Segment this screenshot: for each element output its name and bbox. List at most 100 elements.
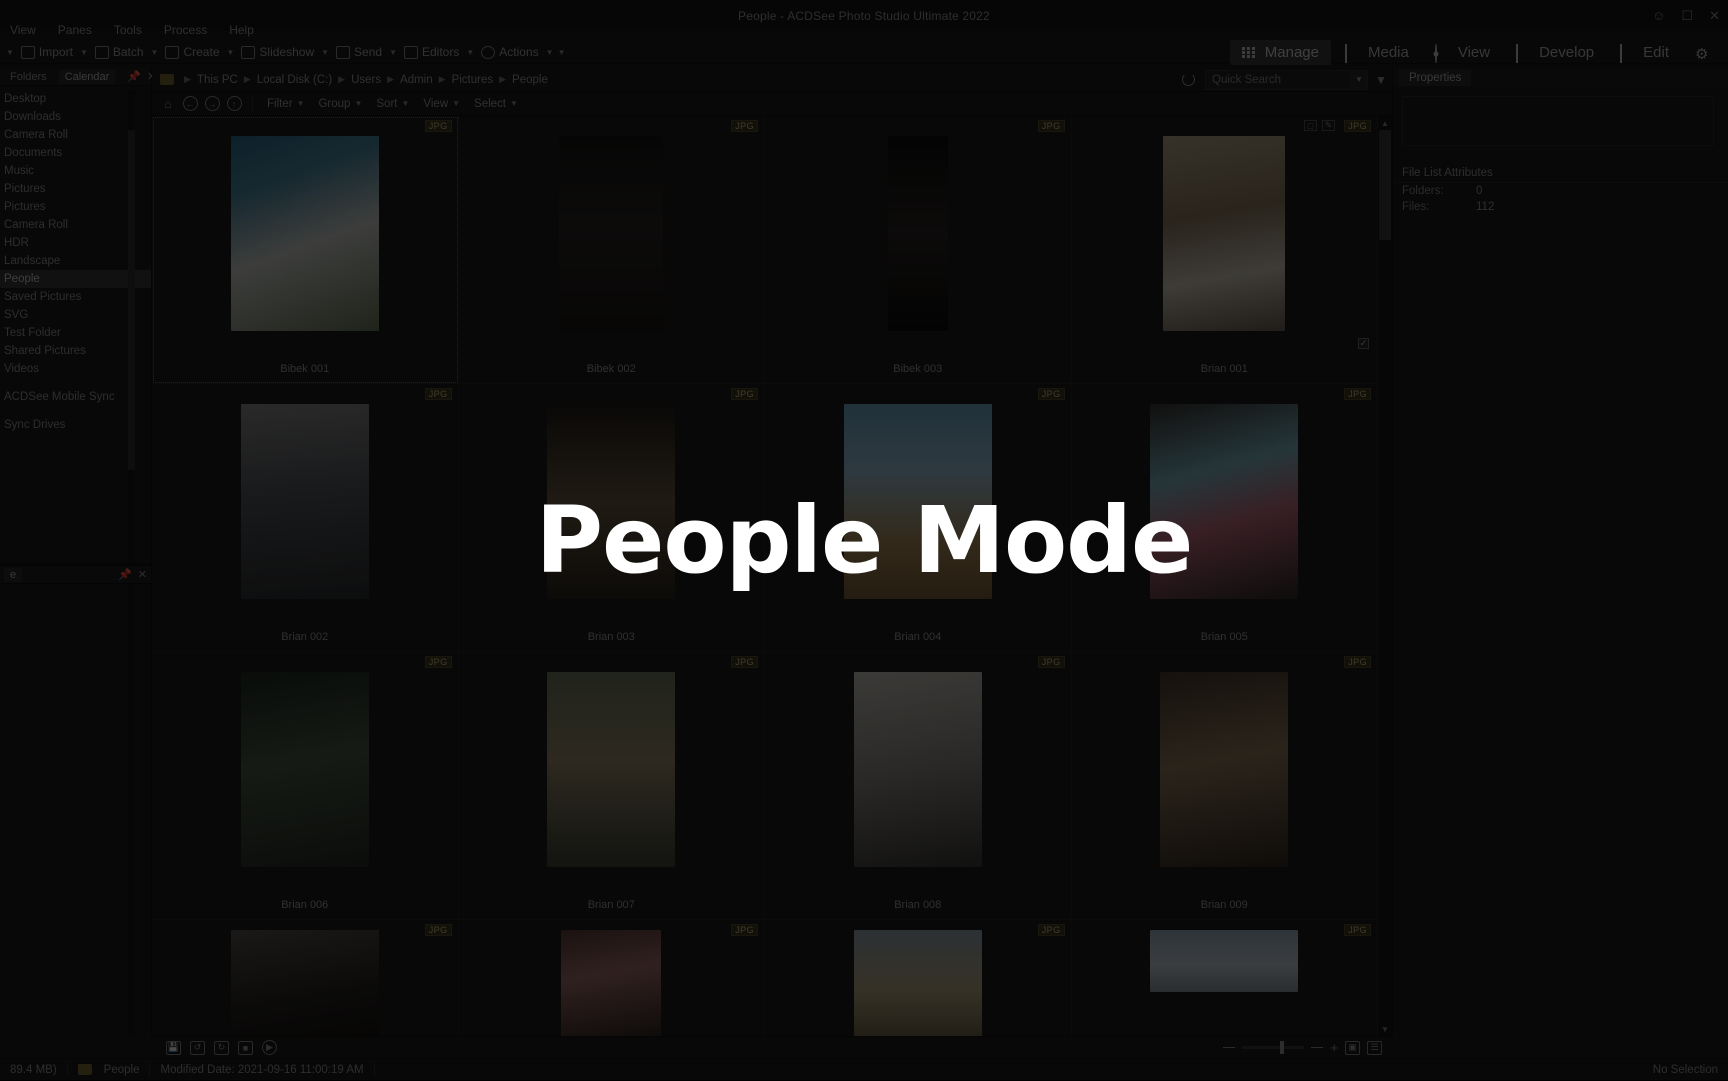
toolbar-send-button[interactable]: Send	[333, 43, 385, 61]
menu-bar[interactable]: View Panes Tools Process Help	[0, 19, 254, 41]
account-icon[interactable]: ☺	[1652, 9, 1665, 22]
breadcrumb-this-pc[interactable]: This PC	[195, 74, 240, 86]
forward-arrow-icon[interactable]: →	[202, 94, 222, 114]
grid-scrollbar-thumb[interactable]	[1379, 130, 1391, 240]
breadcrumb-people[interactable]: People	[510, 74, 550, 86]
tab-develop[interactable]: Develop	[1504, 40, 1606, 65]
left-panel-header[interactable]: Folders Calendar 📌 ✕	[0, 68, 151, 86]
image-toolbar[interactable]: 💾 ↺ ↻ ■ ▶ + ▣ ☰	[152, 1036, 1392, 1058]
thumbnail-image[interactable]	[1072, 394, 1378, 609]
thumbnail-image[interactable]	[1072, 126, 1378, 341]
play-icon[interactable]: ▶	[262, 1040, 277, 1055]
thumbnail-cell[interactable]: JPG	[459, 920, 766, 1036]
nav-menu-filter[interactable]: Filter ▼	[261, 98, 310, 110]
send-caret-icon[interactable]: ▼	[389, 48, 397, 57]
menu-item-tools[interactable]: Tools	[114, 23, 142, 37]
photo-thumbnail[interactable]	[241, 672, 369, 867]
filter-icon[interactable]: ▼	[1370, 70, 1392, 90]
image-toolbar-left[interactable]: 💾 ↺ ↻ ■ ▶	[166, 1040, 277, 1055]
lower-pane-tab[interactable]: e	[4, 568, 22, 582]
thumbnail-cell[interactable]: JPGBrian 004	[765, 384, 1072, 652]
menu-item-view[interactable]: View	[10, 23, 36, 37]
thumbnail-image[interactable]	[459, 662, 765, 877]
toolbar-actions-button[interactable]: Actions	[478, 43, 541, 61]
toolbar-overflow-caret[interactable]: ▼	[6, 48, 14, 57]
photo-thumbnail[interactable]	[547, 672, 675, 867]
photo-thumbnail[interactable]	[559, 136, 663, 331]
rotate-left-icon[interactable]: ↺	[190, 1041, 205, 1055]
scrollbar-thumb[interactable]	[128, 130, 135, 470]
thumbnail-cell[interactable]: JPGBrian 008	[765, 652, 1072, 920]
photo-thumbnail[interactable]	[1160, 672, 1288, 867]
thumbnail-cell[interactable]: JPG	[765, 920, 1072, 1036]
photo-thumbnail[interactable]	[854, 672, 982, 867]
thumbnail-image[interactable]	[459, 930, 765, 1036]
thumbnail-cell[interactable]: JPGBrian 009	[1072, 652, 1379, 920]
thumbnail-image[interactable]	[152, 930, 458, 1036]
left-panel[interactable]: Folders Calendar 📌 ✕ DesktopDownloadsCam…	[0, 68, 152, 1036]
thumbnail-image[interactable]	[765, 930, 1071, 1036]
up-arrow-icon[interactable]: ↑	[224, 94, 244, 114]
stop-icon[interactable]: ■	[238, 1041, 253, 1055]
thumbnail-image[interactable]	[152, 394, 458, 609]
photo-thumbnail[interactable]	[1150, 404, 1298, 599]
nav-menu-select[interactable]: Select ▼	[468, 98, 524, 110]
thumbnail-cell[interactable]: JPGBibek 001	[152, 116, 459, 384]
breadcrumb-right-tools[interactable]: Quick Search ▼ ▼	[1182, 70, 1392, 90]
photo-thumbnail[interactable]	[888, 136, 948, 331]
thumbnail-cell[interactable]: JPGBibek 002	[459, 116, 766, 384]
home-icon[interactable]: ⌂	[158, 94, 178, 114]
scroll-up-icon[interactable]: ▲	[1378, 116, 1392, 130]
tab-view[interactable]: View	[1423, 40, 1502, 65]
restore-icon[interactable]: ☐	[1681, 9, 1693, 22]
thumbnail-cell[interactable]: JPG□✎✓Brian 001	[1072, 116, 1379, 384]
thumbnail-image[interactable]	[459, 394, 765, 609]
properties-panel-header[interactable]: Properties	[1393, 68, 1728, 87]
thumbnail-image[interactable]	[765, 662, 1071, 877]
nav-menu-view[interactable]: View ▼	[417, 98, 466, 110]
grid-scrollbar[interactable]: ▲ ▼	[1378, 116, 1392, 1036]
rotate-right-icon[interactable]: ↻	[214, 1041, 229, 1055]
pane-tab-folders[interactable]: Folders	[4, 70, 53, 84]
pane-tab-calendar[interactable]: Calendar	[59, 70, 116, 84]
thumbnail-cell[interactable]: JPGBrian 005	[1072, 384, 1379, 652]
tab-media[interactable]: Media	[1333, 40, 1421, 65]
tab-overflow[interactable]: ⚙	[1683, 41, 1724, 63]
close-icon-lower[interactable]: ✕	[138, 568, 147, 581]
nav-menu-group[interactable]: Group ▼	[312, 98, 368, 110]
close-icon[interactable]: ✕	[1709, 9, 1720, 22]
thumbnail-cell[interactable]: JPGBrian 003	[459, 384, 766, 652]
thumbnail-image[interactable]	[1072, 662, 1378, 877]
refresh-icon[interactable]	[1182, 73, 1195, 86]
minus-icon[interactable]	[1223, 1047, 1235, 1049]
save-icon[interactable]: 💾	[166, 1041, 181, 1055]
breadcrumb-bar[interactable]: ▶ This PC ▶ Local Disk (C:) ▶ Users ▶ Ad…	[152, 68, 1392, 92]
toolbar-slideshow-button[interactable]: Slideshow	[238, 43, 317, 61]
menu-item-help[interactable]: Help	[229, 23, 254, 37]
thumbnail-image[interactable]	[765, 394, 1071, 609]
thumbnail-cell[interactable]: JPG	[152, 920, 459, 1036]
image-toolbar-right[interactable]: + ▣ ☰	[1223, 1040, 1382, 1055]
thumbnail-cell[interactable]: JPGBibek 003	[765, 116, 1072, 384]
photo-thumbnail[interactable]	[241, 404, 369, 599]
properties-panel[interactable]: Properties File List Attributes Folders:…	[1392, 68, 1728, 1036]
nav-menu-sort[interactable]: Sort ▼	[370, 98, 415, 110]
breadcrumb-local-disk[interactable]: Local Disk (C:)	[255, 74, 334, 86]
tab-properties[interactable]: Properties	[1399, 70, 1471, 86]
create-caret-icon[interactable]: ▼	[227, 48, 235, 57]
thumbnail-image[interactable]	[152, 662, 458, 877]
tab-edit[interactable]: Edit	[1608, 40, 1681, 65]
breadcrumb-users[interactable]: Users	[349, 74, 383, 86]
search-input[interactable]: Quick Search	[1205, 70, 1351, 90]
back-arrow-icon[interactable]: ←	[180, 94, 200, 114]
search-dropdown-icon[interactable]: ▼	[1351, 70, 1368, 90]
toolbar-create-button[interactable]: Create	[162, 43, 222, 61]
list-view-icon[interactable]: ☰	[1367, 1041, 1382, 1055]
nav-bar[interactable]: ⌂ ← → ↑ Filter ▼ Group ▼ Sort ▼ View ▼ S…	[152, 92, 1392, 116]
breadcrumb-admin[interactable]: Admin	[398, 74, 435, 86]
actions-caret-icon[interactable]: ▼	[546, 48, 554, 57]
editors-caret-icon[interactable]: ▼	[466, 48, 474, 57]
zoom-slider[interactable]	[1242, 1046, 1304, 1049]
breadcrumb-pictures[interactable]: Pictures	[450, 74, 496, 86]
thumbnail-cell[interactable]: JPGBrian 002	[152, 384, 459, 652]
